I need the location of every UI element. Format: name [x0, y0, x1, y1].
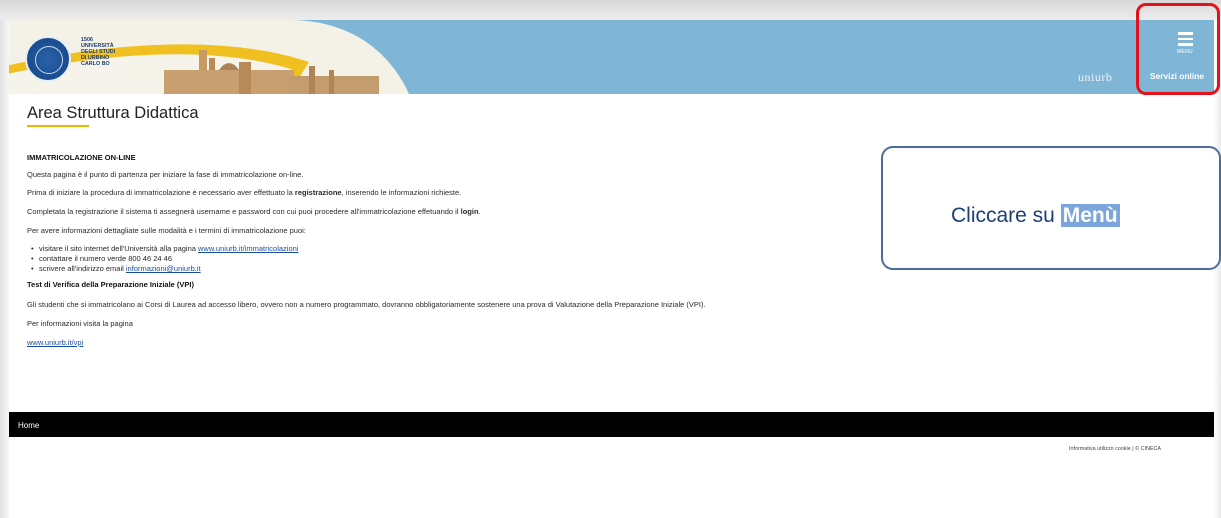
list-item: contattare il numero verde 800 46 24 46: [31, 254, 172, 263]
text: .: [478, 207, 481, 216]
paragraph: Gli studenti che si immatricolano ai Cor…: [27, 300, 706, 309]
text: scrivere all'indirizzo email: [39, 264, 126, 273]
university-seal-logo[interactable]: [25, 36, 71, 82]
list-item: scrivere all'indirizzo email informazion…: [31, 264, 201, 273]
text: , inserendo le informazioni richieste.: [341, 188, 462, 197]
brand-wordmark: uniurb: [1078, 70, 1113, 84]
logo-line: CARLO BO: [81, 61, 110, 67]
callout-text: Cliccare su Menù: [951, 204, 1120, 228]
footer-home-link[interactable]: Home: [18, 421, 39, 430]
paragraph: Per informazioni visita la pagina: [27, 319, 133, 328]
paragraph: Prima di iniziare la procedura di immatr…: [27, 188, 461, 197]
window-frame-left: [0, 20, 9, 518]
section-heading: Test di Verifica della Preparazione Iniz…: [27, 280, 195, 289]
list-item: visitare il sito internet dell'Universit…: [31, 244, 298, 253]
paragraph: Completata la registrazione il sistema t…: [27, 207, 481, 216]
paragraph: Per avere informazioni dettagliate sulle…: [27, 226, 306, 235]
window-frame-right: [1214, 20, 1221, 518]
callout-text-highlight: Menù: [1060, 204, 1120, 227]
text-bold: login: [460, 207, 479, 216]
text-bold: registrazione: [294, 188, 342, 197]
site-header: 1506 UNIVERSITÀ DEGLI STUDI DI URBINO CA…: [9, 20, 1221, 94]
menu-highlight-box: [1136, 3, 1220, 95]
university-logo-text: 1506 UNIVERSITÀ DEGLI STUDI DI URBINO CA…: [81, 37, 115, 67]
immatricolazioni-link[interactable]: www.uniurb.it/immatricolazioni: [198, 244, 298, 253]
paragraph: Questa pagina è il punto di partenza per…: [27, 170, 304, 179]
email-link[interactable]: informazioni@uniurb.it: [126, 264, 201, 273]
title-underline: [27, 125, 89, 127]
text: visitare il sito internet dell'Universit…: [39, 244, 199, 253]
text: Completata la registrazione il sistema t…: [27, 207, 461, 216]
paragraph: www.uniurb.it/vpi: [27, 338, 83, 347]
section-heading: IMMATRICOLAZIONE ON-LINE: [27, 153, 136, 162]
instruction-callout: Cliccare su Menù: [881, 146, 1221, 270]
footer-note[interactable]: Informativa utilizzo cookie | © CINECA: [1069, 446, 1161, 452]
callout-text-plain: Cliccare su: [951, 204, 1061, 227]
header-swoosh-graphic: [9, 20, 409, 94]
window-frame-top: [0, 0, 1221, 20]
page-title: Area Struttura Didattica: [27, 104, 199, 122]
footer-bar: Home: [9, 412, 1221, 437]
vpi-link[interactable]: www.uniurb.it/vpi: [27, 338, 83, 347]
text: Prima di iniziare la procedura di immatr…: [27, 188, 295, 197]
